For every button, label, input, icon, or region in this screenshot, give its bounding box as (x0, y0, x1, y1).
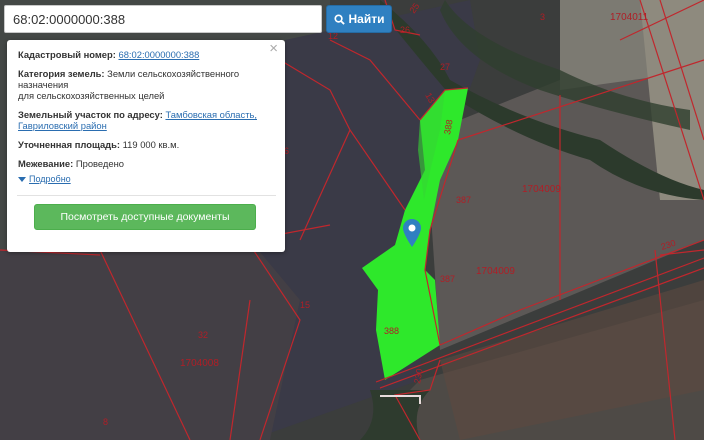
parcel-label-1704009-bottom: 1704009 (476, 266, 515, 277)
parcel-label-3: 3 (540, 12, 545, 22)
parcel-label-1704009-top: 1704009 (522, 184, 561, 195)
triangle-down-icon (18, 177, 26, 182)
address-link-line2[interactable]: Гавриловский район (18, 120, 107, 131)
parcel-info-popup: × Кадастровый номер: 68:02:0000000:388 К… (7, 40, 285, 252)
parcel-label-387-bottom: 387 (440, 274, 455, 284)
category-value-line1: Земли сельскохозяйственного (107, 68, 240, 79)
area-value: 119 000 кв.м. (122, 139, 180, 150)
search-button-label: Найти (348, 12, 385, 26)
parcel-label-26: 26 (400, 25, 410, 35)
address-link-line1[interactable]: Тамбовская область, (165, 109, 257, 120)
parcel-label-387-top: 387 (456, 195, 471, 205)
survey-value: Проведено (75, 158, 124, 169)
parcel-label-32: 32 (198, 330, 208, 340)
category-value-line3: для сельскохозяйственных целей (18, 90, 165, 101)
parcel-label-388-bottom: 388 (384, 326, 399, 336)
divider (17, 195, 276, 196)
cadastral-row: Кадастровый номер: 68:02:0000000:388 (18, 49, 275, 60)
category-row: Категория земель: Земли сельскохозяйстве… (18, 68, 275, 101)
search-button[interactable]: Найти (326, 5, 392, 33)
view-documents-button[interactable]: Посмотреть доступные документы (34, 204, 256, 230)
address-label: Земельный участок по адресу: (18, 109, 163, 120)
details-link[interactable]: Подробно (29, 174, 71, 185)
cadastral-number-link[interactable]: 68:02:0000000:388 (118, 49, 199, 60)
parcel-label-15: 15 (300, 300, 310, 310)
survey-label: Межевание: (18, 158, 74, 169)
address-row: Земельный участок по адресу: Тамбовская … (18, 109, 275, 131)
area-label: Уточненная площадь: (18, 139, 121, 150)
close-icon[interactable]: × (269, 41, 278, 56)
search-icon (333, 13, 345, 25)
location-marker-icon[interactable] (403, 219, 421, 247)
search-input[interactable] (4, 5, 322, 33)
parcel-label-27: 27 (440, 62, 450, 72)
details-toggle[interactable]: Подробно (18, 174, 275, 185)
cadastral-label: Кадастровый номер: (18, 49, 116, 60)
area-row: Уточненная площадь: 119 000 кв.м. (18, 139, 275, 150)
parcel-label-1704011: 1704011 (610, 12, 649, 23)
parcel-label-1704008: 1704008 (180, 358, 219, 369)
category-value-line2: назначения (18, 79, 69, 90)
parcel-label-8: 8 (103, 417, 108, 427)
category-label: Категория земель: (18, 68, 105, 79)
survey-row: Межевание: Проведено (18, 158, 275, 169)
